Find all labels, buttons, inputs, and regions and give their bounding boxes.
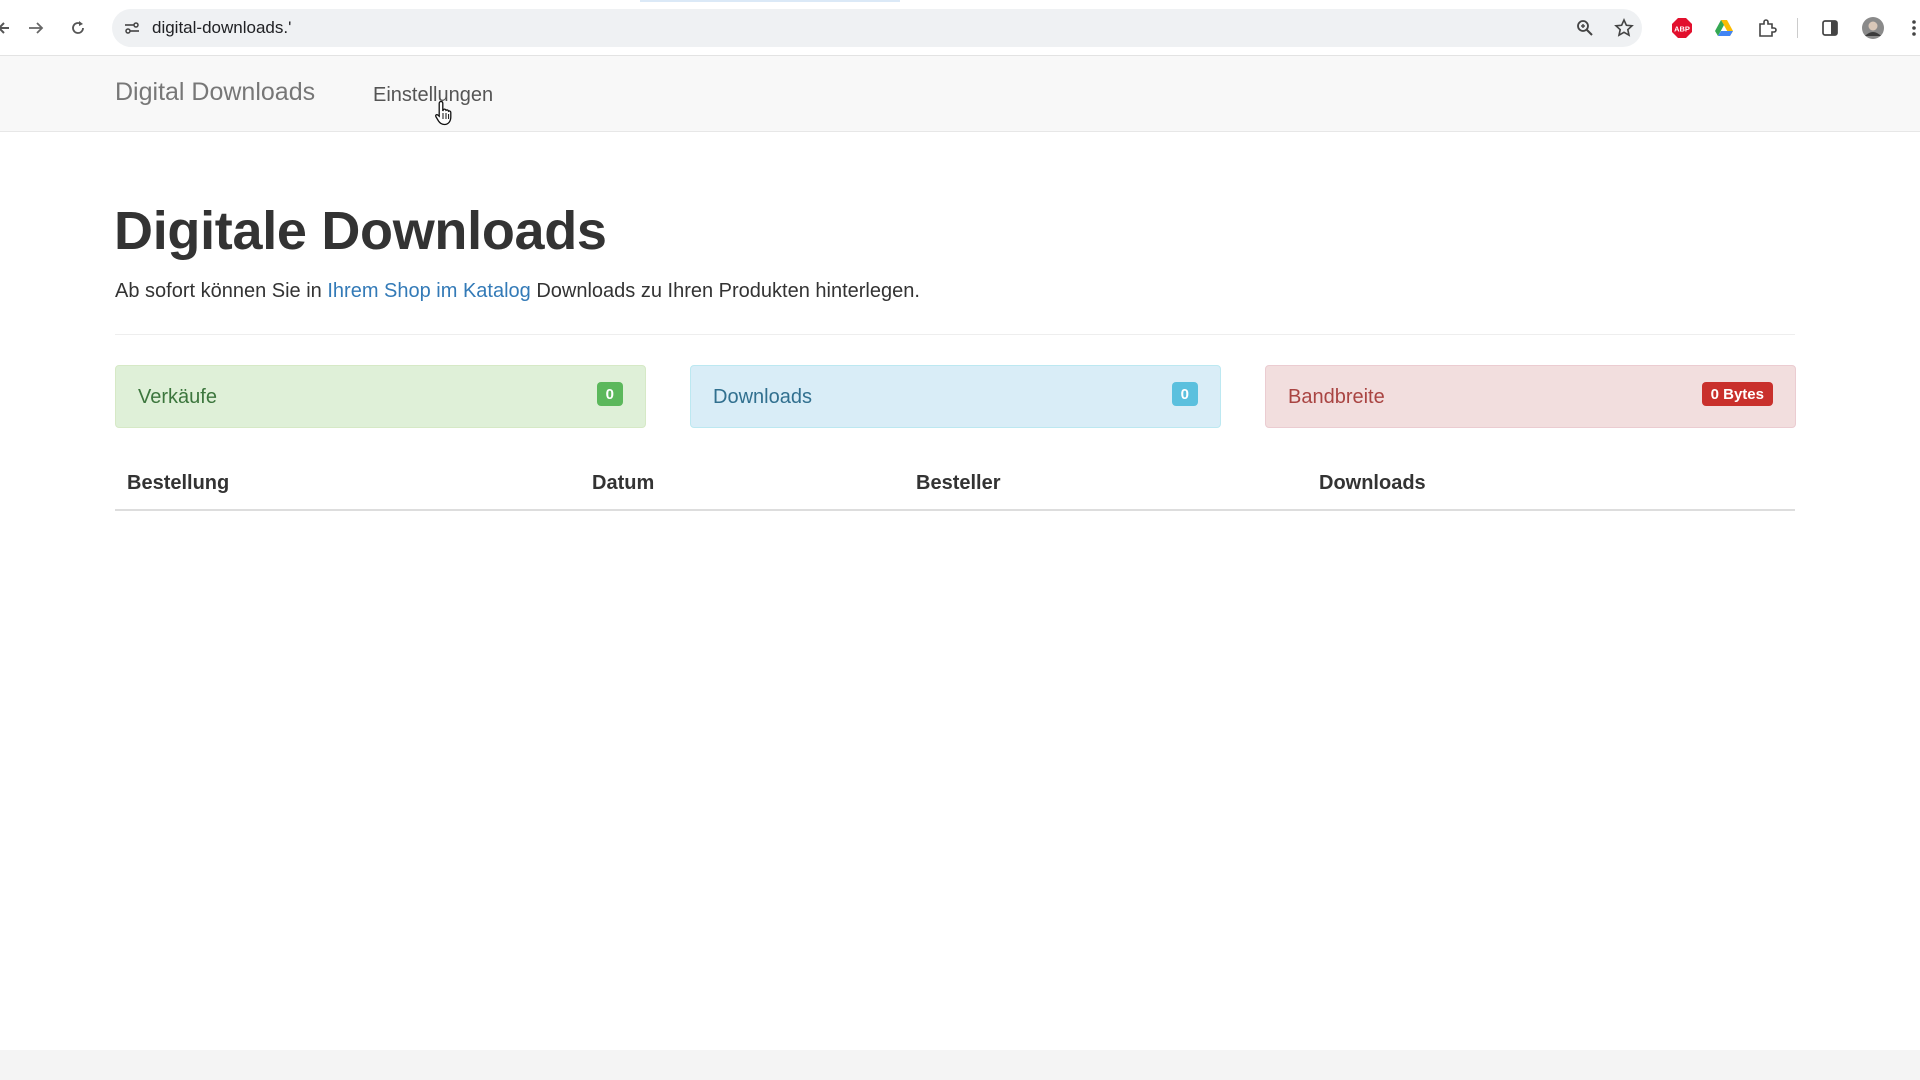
page-footer-strip (0, 1050, 1920, 1080)
intro-text-suffix: Downloads zu Ihren Produkten hinterlegen… (530, 280, 920, 302)
side-panel-icon[interactable] (1814, 12, 1846, 44)
stat-sales-badge: 0 (596, 382, 623, 406)
page-loading-bar (0, 0, 1920, 3)
extensions-puzzle-icon[interactable] (1751, 12, 1783, 44)
navbar-brand[interactable]: Digital Downloads (115, 78, 315, 107)
shop-catalog-link[interactable]: Ihrem Shop im Katalog (327, 280, 530, 302)
browser-toolbar: digital-downloads.' ABP (0, 0, 1920, 56)
address-bar[interactable]: digital-downloads.' (112, 9, 1642, 47)
more-menu-icon[interactable] (1898, 12, 1920, 44)
stat-sales: Verkäufe 0 (115, 365, 646, 428)
orders-table: Bestellung Datum Besteller Downloads (115, 462, 1795, 511)
zoom-icon[interactable] (1567, 9, 1603, 47)
url-text[interactable]: digital-downloads.' (152, 18, 291, 38)
site-info-icon[interactable] (112, 9, 152, 47)
hand-cursor-icon (435, 100, 452, 126)
intro-text-prefix: Ab sofort können Sie in (115, 280, 328, 302)
column-header-besteller: Besteller (904, 462, 1307, 511)
stat-bandwidth-label: Bandbreite (1288, 386, 1385, 408)
column-header-datum: Datum (580, 462, 904, 511)
page-title: Digitale Downloads (114, 201, 607, 261)
intro-text: Ab sofort können Sie in Ihrem Shop im Ka… (115, 280, 920, 303)
stat-downloads-badge: 0 (1171, 382, 1198, 406)
bookmark-star-icon[interactable] (1606, 9, 1642, 47)
svg-text:ABP: ABP (1674, 25, 1690, 34)
forward-icon[interactable] (20, 12, 52, 44)
content-divider (115, 334, 1795, 335)
reload-icon[interactable] (62, 12, 94, 44)
column-header-bestellung: Bestellung (115, 462, 580, 511)
table-header-row: Bestellung Datum Besteller Downloads (115, 462, 1795, 511)
profile-avatar-icon[interactable] (1857, 12, 1889, 44)
stat-bandwidth-badge: 0 Bytes (1701, 382, 1773, 406)
adblock-plus-icon[interactable]: ABP (1666, 12, 1698, 44)
stat-downloads: Downloads 0 (690, 365, 1221, 428)
stat-bandwidth: Bandbreite 0 Bytes (1265, 365, 1796, 428)
column-header-downloads: Downloads (1307, 462, 1795, 511)
toolbar-separator (1797, 18, 1798, 38)
google-drive-icon[interactable] (1708, 12, 1740, 44)
app-navbar: Digital Downloads Einstellungen (0, 56, 1920, 132)
back-icon[interactable] (0, 12, 22, 44)
stat-downloads-label: Downloads (713, 386, 812, 408)
stat-sales-label: Verkäufe (138, 386, 217, 408)
